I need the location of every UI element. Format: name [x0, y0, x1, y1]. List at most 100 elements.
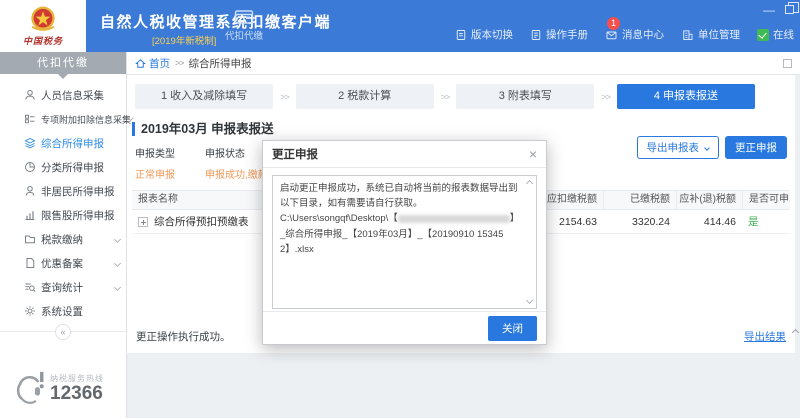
step-separator: >>: [280, 92, 289, 102]
dialog-title: 更正申报: [272, 146, 318, 162]
app-title: 自然人税收管理系统扣缴客户端: [100, 11, 331, 32]
gear-icon: [24, 305, 36, 317]
layers-icon: [24, 137, 36, 149]
breadcrumb-home-label: 首页: [149, 56, 170, 71]
message-badge: 1: [607, 17, 620, 30]
step-tab-3[interactable]: 3 附表填写: [456, 84, 594, 109]
column-tax-due: 应扣缴税额: [545, 191, 603, 209]
cell-tax-refund: 414.46: [676, 210, 742, 233]
version-switch-button[interactable]: 版本切换: [455, 27, 513, 42]
sidebar-item-label: 系统设置: [41, 304, 83, 319]
online-status[interactable]: 在线: [757, 27, 794, 42]
home-icon: [135, 58, 146, 69]
sidebar-item-query-statistics[interactable]: 查询统计: [0, 275, 126, 299]
sidebar-item-personnel-info[interactable]: 人员信息采集: [0, 83, 126, 107]
sidebar-item-special-deduction[interactable]: 专项附加扣除信息采集: [0, 107, 126, 131]
search-list-icon: [24, 281, 36, 293]
dialog-close-button[interactable]: 关闭: [488, 316, 537, 341]
sidebar-item-label: 非居民所得申报: [41, 184, 115, 199]
sidebar-item-label: 人员信息采集: [41, 88, 104, 103]
sidebar-item-label: 专项附加扣除信息采集: [41, 113, 131, 126]
sidebar-item-nonresident-income[interactable]: 非居民所得申报: [0, 179, 126, 203]
scrollbar-up-icon[interactable]: [526, 180, 533, 187]
sidebar-item-label: 查询统计: [41, 280, 83, 295]
sidebar-item-tax-payment[interactable]: 税款缴纳: [0, 227, 126, 251]
file-icon: [24, 257, 36, 269]
step-tab-2[interactable]: 2 税款计算: [296, 84, 434, 109]
sidebar-item-classified-income[interactable]: 分类所得申报: [0, 155, 126, 179]
sidebar-item-label: 综合所得申报: [41, 136, 104, 151]
app-subtitle: [2019年新税制]: [152, 33, 216, 47]
period-title: 2019年03月 申报表报送: [132, 122, 795, 136]
filter-label: 申报类型: [135, 145, 175, 160]
sidebar-collapse-row: «: [0, 331, 126, 347]
step-tab-1[interactable]: 1 收入及减除填写: [135, 84, 273, 109]
sidebar-item-label: 优惠备案: [41, 256, 83, 271]
unit-management-button[interactable]: 单位管理: [681, 27, 740, 42]
cell-tax-due: 2154.63: [545, 210, 603, 233]
checklist-icon: [24, 113, 36, 125]
manual-button[interactable]: 操作手册: [530, 27, 588, 42]
dialog-body: 启动更正申报成功，系统已自动将当前的报表数据导出到以下目录，如有需要请自行获取。…: [263, 168, 546, 309]
column-tax-paid: 已缴税额: [603, 191, 676, 209]
bar-chart-icon: [24, 209, 36, 221]
logo-text: 中国税务: [23, 34, 63, 47]
breadcrumb: 首页 >> 综合所得申报: [127, 52, 800, 75]
cell-tax-paid: 3320.24: [603, 210, 676, 233]
sidebar-collapse-button[interactable]: «: [55, 324, 71, 340]
sidebar-item-system-settings[interactable]: 系统设置: [0, 299, 126, 323]
sidebar-item-preferential-filing[interactable]: 优惠备案: [0, 251, 126, 275]
dialog-message: 启动更正申报成功，系统已自动将当前的报表数据导出到以下目录，如有需要请自行获取。: [280, 183, 518, 209]
breadcrumb-home[interactable]: 首页: [135, 56, 170, 71]
book-icon: [530, 29, 542, 41]
report-name: 综合所得预扣预缴表: [154, 210, 249, 234]
breadcrumb-separator: >>: [175, 58, 184, 68]
nav-label: 单位管理: [698, 27, 740, 42]
dialog-close-icon[interactable]: ×: [529, 147, 537, 161]
wallet-icon: [234, 8, 254, 25]
panel-toggle-icon[interactable]: [783, 59, 792, 68]
scrollbar-down-icon[interactable]: [526, 297, 533, 304]
export-declaration-label: 导出申报表: [647, 140, 700, 155]
correction-dialog: 更正申报 × 启动更正申报成功，系统已自动将当前的报表数据导出到以下目录，如有需…: [262, 140, 547, 345]
withholding-mode[interactable]: 代扣代缴: [220, 8, 268, 42]
sidebar-item-restricted-shares[interactable]: 限售股所得申报: [0, 203, 126, 227]
person-icon: [24, 89, 36, 101]
message-center-button[interactable]: 1 消息中心: [605, 27, 664, 42]
sidebar-item-label: 税款缴纳: [41, 232, 83, 247]
step-tabs: 1 收入及减除填写 >> 2 税款计算 >> 3 附表填写 >> 4 申报表报送: [135, 84, 755, 109]
export-path-prefix: C:\Users\songqf\Desktop\【: [280, 213, 398, 224]
cell-declarable: 是: [742, 210, 790, 233]
person-outline-icon: [24, 185, 36, 197]
dialog-footer: 关闭: [263, 311, 546, 344]
building-icon: [681, 29, 694, 41]
restore-button[interactable]: [785, 5, 794, 14]
export-result-link[interactable]: 导出结果: [744, 329, 786, 344]
hotline-logo-icon: [12, 366, 46, 410]
sidebar-item-comprehensive-income[interactable]: 综合所得申报: [0, 131, 126, 155]
document-icon: [455, 29, 467, 41]
chevron-down-icon: [114, 283, 121, 290]
expand-row-icon[interactable]: [138, 217, 148, 227]
app-header: 中国税务 自然人税收管理系统扣缴客户端 [2019年新税制] 代扣代缴 — 版本…: [0, 0, 800, 52]
correct-declaration-button[interactable]: 更正申报: [725, 136, 787, 159]
redacted-company-name: [398, 215, 510, 223]
nav-label: 操作手册: [546, 27, 588, 42]
export-path: C:\Users\songqf\Desktop\【】_综合所得申报_【2019年…: [280, 211, 520, 257]
step-tab-4[interactable]: 4 申报表报送: [617, 84, 755, 109]
column-tax-refund: 应补(退)税额: [676, 191, 742, 209]
filter-declare-type: 申报类型 正常申报: [135, 145, 175, 181]
sidebar: 代扣代缴 人员信息采集 专项附加扣除信息采集 综合所得申报 分类所得申报 非居民…: [0, 52, 127, 418]
status-text: 更正操作执行成功。: [136, 329, 231, 344]
hotline-label: 纳税服务热线: [50, 373, 104, 384]
hotline-number: 12366: [50, 384, 104, 404]
minimize-button[interactable]: —: [763, 6, 775, 14]
nav-label: 消息中心: [622, 27, 664, 42]
nav-label: 版本切换: [471, 27, 513, 42]
chevron-down-icon: [704, 145, 710, 151]
online-label: 在线: [773, 27, 794, 42]
window-controls: —: [763, 5, 794, 14]
online-check-icon: [757, 29, 769, 41]
export-declaration-button[interactable]: 导出申报表: [637, 136, 720, 159]
mode-label: 代扣代缴: [220, 28, 268, 42]
